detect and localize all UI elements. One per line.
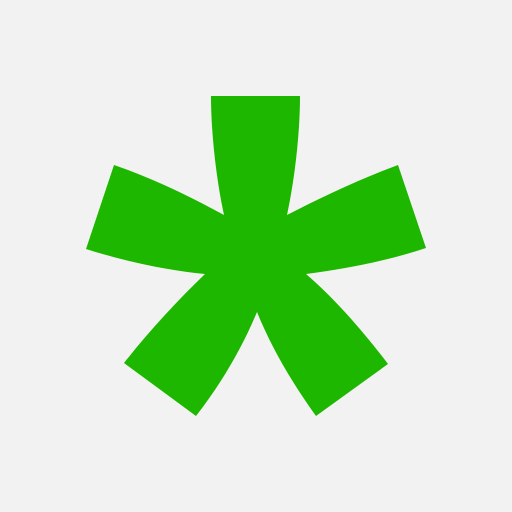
app-icon-canvas	[0, 0, 512, 512]
green-asterisk-icon	[86, 96, 426, 416]
asterisk-shape	[86, 96, 426, 416]
